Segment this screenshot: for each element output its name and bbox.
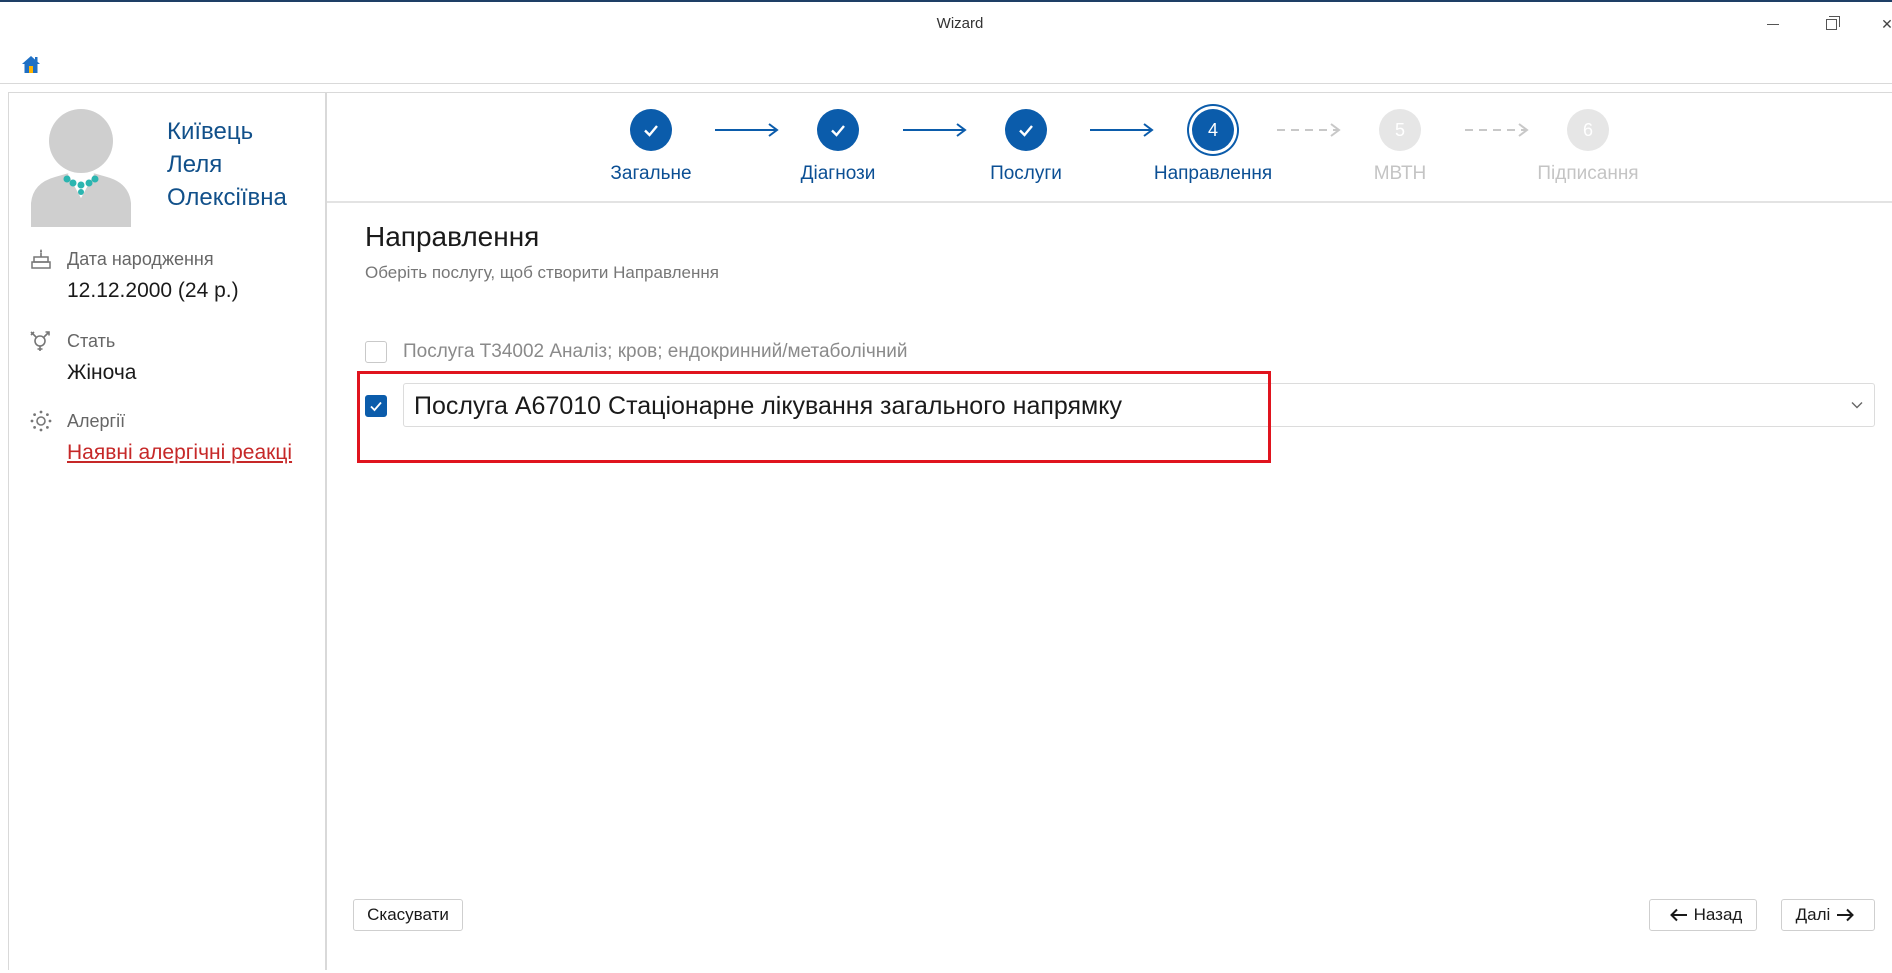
minimize-button[interactable]: [1758, 12, 1788, 36]
service-select[interactable]: Послуга А67010 Стаціонарне лікування заг…: [403, 383, 1875, 427]
service-checkbox-checked[interactable]: [365, 395, 387, 417]
step-circle: [1005, 109, 1047, 151]
wizard-content: Загальне Діагнози Послуги 4 Направлення …: [326, 92, 1892, 970]
title-bar: Wizard ✕: [0, 0, 1892, 46]
check-icon: [370, 401, 382, 412]
step-label: Послуги: [990, 163, 1062, 184]
restore-icon: [1825, 15, 1840, 30]
step-referral[interactable]: 4 Направлення: [1133, 109, 1293, 185]
step-circle: 5: [1379, 109, 1421, 151]
toolbar: [0, 46, 1892, 84]
check-icon: [831, 125, 845, 137]
step-number: 4: [1207, 119, 1218, 140]
step-number: 6: [1582, 119, 1593, 140]
sex-value: Жіноча: [67, 361, 137, 384]
window-title: Wizard: [936, 15, 984, 32]
close-icon: ✕: [1881, 15, 1892, 32]
avatar: [31, 109, 131, 227]
step-signing[interactable]: 6 Підписання: [1508, 109, 1668, 185]
section-subtitle: Оберіть послугу, щоб створити Направленн…: [365, 263, 719, 282]
birth-date-label: Дата народження: [67, 249, 214, 269]
next-button[interactable]: Далі: [1781, 899, 1875, 931]
step-mvtn[interactable]: 5 МВТН: [1320, 109, 1480, 185]
patient-sidebar: Київець Леля Олексіївна Дата народження …: [8, 92, 326, 970]
wizard-window: Wizard ✕ Київець Леля Олексіївна Дата на…: [0, 0, 1892, 973]
check-icon: [644, 125, 658, 137]
step-diagnoses[interactable]: Діагнози: [758, 109, 918, 185]
arrow-right-icon: [1837, 908, 1855, 922]
sex-label: Стать: [67, 331, 116, 351]
step-label: Направлення: [1153, 163, 1273, 184]
chevron-down-icon: [1851, 402, 1863, 409]
step-label: Загальне: [610, 163, 692, 184]
step-circle: 4: [1192, 109, 1234, 151]
service-row-selected: Послуга А67010 Стаціонарне лікування заг…: [365, 383, 1875, 429]
step-label: Діагнози: [800, 163, 876, 184]
close-button[interactable]: ✕: [1872, 12, 1892, 36]
step-label: МВТН: [1373, 163, 1427, 184]
allergy-block: Алергії Наявні алергічні реакці: [29, 409, 319, 473]
home-button[interactable]: [20, 54, 42, 76]
cake-icon: [31, 249, 51, 269]
step-circle: [630, 109, 672, 151]
cancel-button[interactable]: Скасувати: [353, 899, 463, 931]
birth-date-block: Дата народження 12.12.2000 (24 р.): [29, 247, 319, 307]
check-icon: [1019, 125, 1033, 137]
arrow-left-icon: [1669, 908, 1687, 922]
allergy-label: Алергії: [67, 411, 126, 431]
allergy-icon: [30, 410, 52, 432]
step-circle: 6: [1567, 109, 1609, 151]
step-circle: [817, 109, 859, 151]
patient-name: Київець Леля Олексіївна: [167, 115, 317, 214]
service-label: Послуга Т34002 Аналіз; кров; ендокринний…: [403, 341, 908, 362]
service-checkbox[interactable]: [365, 341, 387, 363]
wizard-stepper: Загальне Діагнози Послуги 4 Направлення …: [327, 93, 1892, 203]
back-button[interactable]: Назад: [1649, 899, 1757, 931]
step-services[interactable]: Послуги: [946, 109, 1106, 185]
minimize-icon: [1767, 23, 1779, 25]
patient-surname: Київець: [167, 118, 254, 145]
service-select-value: Послуга А67010 Стаціонарне лікування заг…: [414, 392, 1122, 420]
maximize-button[interactable]: [1816, 12, 1846, 36]
gender-icon: [30, 331, 50, 351]
home-icon: [22, 56, 40, 73]
allergy-link[interactable]: Наявні алергічні реакці: [67, 441, 317, 465]
section-title: Направлення: [365, 221, 540, 252]
patient-first-name: Леля: [167, 151, 223, 178]
birth-date-value: 12.12.2000 (24 р.): [67, 279, 239, 302]
next-button-label: Далі: [1795, 905, 1831, 924]
sex-block: Стать Жіноча: [29, 329, 319, 389]
patient-patronymic: Олексіївна: [167, 184, 287, 211]
step-number: 5: [1394, 119, 1405, 140]
step-general[interactable]: Загальне: [571, 109, 731, 185]
step-label: Підписання: [1537, 163, 1639, 184]
back-button-label: Назад: [1693, 905, 1743, 924]
